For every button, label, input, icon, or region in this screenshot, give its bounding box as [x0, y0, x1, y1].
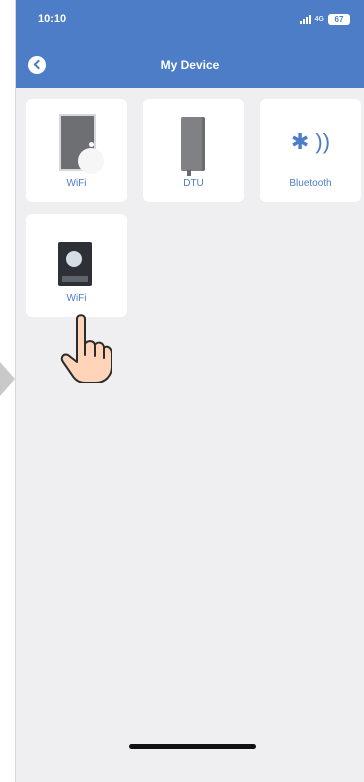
top-bar: 10:10 4G 67 My Device — [16, 0, 364, 88]
page: 10:10 4G 67 My Device WiFi DTU ✱ )) Blue… — [0, 0, 364, 782]
phone-screen: 10:10 4G 67 My Device WiFi DTU ✱ )) Blue… — [15, 0, 364, 782]
tile-label-dtu: DTU — [183, 178, 204, 189]
network-label: 4G — [314, 16, 324, 23]
arrow-indicator — [0, 362, 15, 396]
bluetooth-icon: ✱ )) — [290, 129, 331, 154]
device-tile-wifi-2[interactable]: WiFi — [26, 214, 127, 317]
home-indicator[interactable] — [129, 744, 256, 749]
wifi-device-image — [59, 114, 104, 174]
status-icons: 4G 67 — [299, 14, 350, 25]
status-time: 10:10 — [38, 13, 67, 25]
device-bar — [62, 276, 88, 282]
page-title: My Device — [160, 58, 220, 72]
wifi-device-image-2 — [58, 242, 92, 286]
tap-hand-icon — [60, 314, 112, 383]
tile-label-wifi-2: WiFi — [66, 293, 87, 304]
device-dot — [89, 142, 94, 147]
dtu-device-image — [181, 117, 205, 176]
device-panel — [78, 148, 104, 174]
device-tile-bluetooth[interactable]: ✱ )) Bluetooth — [260, 99, 361, 202]
device-face — [66, 251, 82, 267]
tile-label-bluetooth: Bluetooth — [289, 178, 332, 189]
tile-label-wifi: WiFi — [66, 178, 87, 189]
device-tile-wifi[interactable]: WiFi — [26, 99, 127, 202]
device-tile-dtu[interactable]: DTU — [143, 99, 244, 202]
battery-icon: 67 — [328, 14, 350, 25]
signal-icon — [299, 15, 311, 24]
